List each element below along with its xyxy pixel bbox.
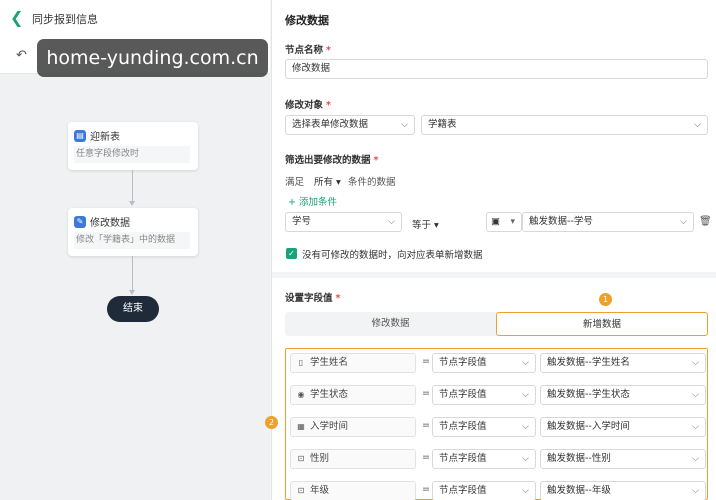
watermark-overlay: home-yunding.com.cn: [37, 39, 268, 77]
target-table-select[interactable]: 学籍表 ⌵: [421, 115, 708, 135]
radio-field-icon: ◉: [297, 390, 305, 399]
condition-value-select[interactable]: 触发数据--学号 ⌵: [522, 212, 694, 232]
chevron-down-icon: ⌵: [692, 486, 699, 496]
chevron-down-icon: ⌵: [401, 120, 408, 130]
field-name-box: ▯ 学生姓名: [290, 353, 416, 373]
set-fields-label: 设置字段值 *: [285, 293, 341, 304]
insert-if-none-label: 没有可修改的数据时，向对应表单新增数据: [302, 250, 483, 261]
flow-connector: [132, 256, 133, 292]
field-value-select[interactable]: 触发数据--年级 ⌵: [540, 481, 706, 500]
trash-icon[interactable]: 🗑: [699, 216, 712, 227]
field-value-select[interactable]: 触发数据--性别 ⌵: [540, 449, 706, 469]
condition-operator-select[interactable]: 等于 ▾: [412, 217, 439, 231]
equals-sign: =: [422, 388, 430, 399]
field-value-select[interactable]: 触发数据--学生状态 ⌵: [540, 385, 706, 405]
plus-icon: +: [288, 197, 296, 208]
calendar-icon: ▦: [297, 422, 305, 431]
flow-end-node[interactable]: 结束: [107, 296, 159, 322]
condition-field-select[interactable]: 学号 ⌵: [285, 212, 402, 232]
value-mode-select[interactable]: 节点字段值 ⌵: [432, 481, 536, 500]
top-bar: ❮ 同步报到信息: [0, 0, 270, 38]
form-icon: ▤: [74, 129, 86, 142]
value-mode-select[interactable]: 节点字段值 ⌵: [432, 417, 536, 437]
equals-sign: =: [422, 420, 430, 431]
filter-label: 筛选出要修改的数据 *: [285, 155, 379, 166]
arrow-down-icon: [129, 290, 135, 295]
flow-connector: [132, 170, 133, 202]
value-mode-select[interactable]: 节点字段值 ⌵: [432, 385, 536, 405]
equals-sign: =: [422, 356, 430, 367]
add-condition-button[interactable]: + 添加条件: [288, 194, 337, 208]
caret-down-icon: ▾: [336, 177, 341, 188]
chevron-down-icon: ⌵: [692, 358, 699, 368]
filter-scope-select[interactable]: 所有 ▾: [314, 174, 341, 188]
field-row: ⊡ 年级 = 节点字段值 ⌵ 触发数据--年级 ⌵: [286, 481, 707, 500]
field-row: ▯ 学生姓名 = 节点字段值 ⌵ 触发数据--学生姓名 ⌵: [286, 353, 707, 373]
field-row: ⊡ 性别 = 节点字段值 ⌵ 触发数据--性别 ⌵: [286, 449, 707, 469]
chevron-down-icon: ⌵: [680, 217, 687, 227]
node-subtitle: 修改「学籍表」中的数据: [74, 232, 190, 249]
filter-prefix: 满足: [285, 177, 305, 188]
tab-add-data[interactable]: 新增数据: [496, 312, 708, 336]
field-value-select[interactable]: 触发数据--入学时间 ⌵: [540, 417, 706, 437]
chevron-down-icon: ⌵: [692, 422, 699, 432]
arrow-down-icon: [129, 201, 135, 206]
field-name-box: ▦ 入学时间: [290, 417, 416, 437]
dropdown-field-icon: ⊡: [297, 486, 305, 495]
field-name-box: ⊡ 性别: [290, 449, 416, 469]
node-title: 修改数据: [90, 218, 130, 229]
page-title: 同步报到信息: [32, 13, 98, 26]
field-name-box: ◉ 学生状态: [290, 385, 416, 405]
panel-title: 修改数据: [285, 14, 329, 27]
value-mode-select[interactable]: 节点字段值 ⌵: [432, 353, 536, 373]
field-values-list: ▯ 学生姓名 = 节点字段值 ⌵ 触发数据--学生姓名 ⌵ ◉ 学生状态 = 节点字段值 ⌵ 触发数据-…: [285, 348, 708, 500]
node-name-input[interactable]: 修改数据: [285, 59, 708, 79]
field-type-icon: ▣: [491, 216, 500, 227]
chevron-down-icon: ⌵: [522, 486, 529, 496]
chevron-down-icon: ⌵: [522, 358, 529, 368]
caret-down-icon: ▾: [510, 217, 515, 227]
chevron-down-icon: ⌵: [522, 422, 529, 432]
chevron-down-icon: ⌵: [692, 390, 699, 400]
value-type-select[interactable]: ▣ ▾: [486, 212, 522, 232]
app-root: ❮ 同步报到信息 ↶ home-yunding.com.cn ▤ 迎新表 任意字段…: [0, 0, 716, 500]
chevron-down-icon: ⌵: [694, 120, 701, 130]
target-mode-select[interactable]: 选择表单修改数据 ⌵: [285, 115, 415, 135]
section-divider: [272, 272, 716, 278]
flow-node-update[interactable]: ✎ 修改数据 修改「学籍表」中的数据: [68, 208, 198, 256]
flow-node-trigger[interactable]: ▤ 迎新表 任意字段修改时: [68, 122, 198, 170]
equals-sign: =: [422, 452, 430, 463]
undo-icon[interactable]: ↶: [16, 48, 27, 63]
value-mode-select[interactable]: 节点字段值 ⌵: [432, 449, 536, 469]
insert-if-none-checkbox[interactable]: ✓: [286, 248, 297, 259]
edit-icon: ✎: [74, 215, 86, 228]
node-subtitle: 任意字段修改时: [74, 146, 190, 163]
step-badge-1: 1: [599, 293, 612, 306]
field-row: ▦ 入学时间 = 节点字段值 ⌵ 触发数据--入学时间 ⌵: [286, 417, 707, 437]
equals-sign: =: [422, 484, 430, 495]
text-field-icon: ▯: [298, 358, 304, 367]
caret-down-icon: ▾: [434, 220, 439, 231]
back-chevron-icon[interactable]: ❮: [10, 9, 24, 27]
field-value-select[interactable]: 触发数据--学生姓名 ⌵: [540, 353, 706, 373]
chevron-down-icon: ⌵: [692, 454, 699, 464]
field-name-box: ⊡ 年级: [290, 481, 416, 500]
mode-tabs: 修改数据 新增数据: [285, 312, 708, 336]
chevron-down-icon: ⌵: [388, 217, 395, 227]
node-title: 迎新表: [90, 132, 120, 143]
filter-suffix: 条件的数据: [348, 177, 396, 188]
flow-canvas: ❮ 同步报到信息 ↶ home-yunding.com.cn ▤ 迎新表 任意字段…: [0, 0, 270, 500]
field-row: ◉ 学生状态 = 节点字段值 ⌵ 触发数据--学生状态 ⌵: [286, 385, 707, 405]
step-badge-2: 2: [265, 416, 278, 429]
chevron-down-icon: ⌵: [522, 454, 529, 464]
chevron-down-icon: ⌵: [522, 390, 529, 400]
node-name-label: 节点名称 *: [285, 45, 331, 56]
settings-panel: 修改数据 节点名称 * 修改数据 修改对象 * 选择表单修改数据 ⌵ 学籍表 ⌵ 筛选出…: [265, 0, 716, 500]
tab-update-data[interactable]: 修改数据: [285, 312, 496, 336]
target-label: 修改对象 *: [285, 100, 331, 111]
dropdown-field-icon: ⊡: [297, 454, 305, 463]
